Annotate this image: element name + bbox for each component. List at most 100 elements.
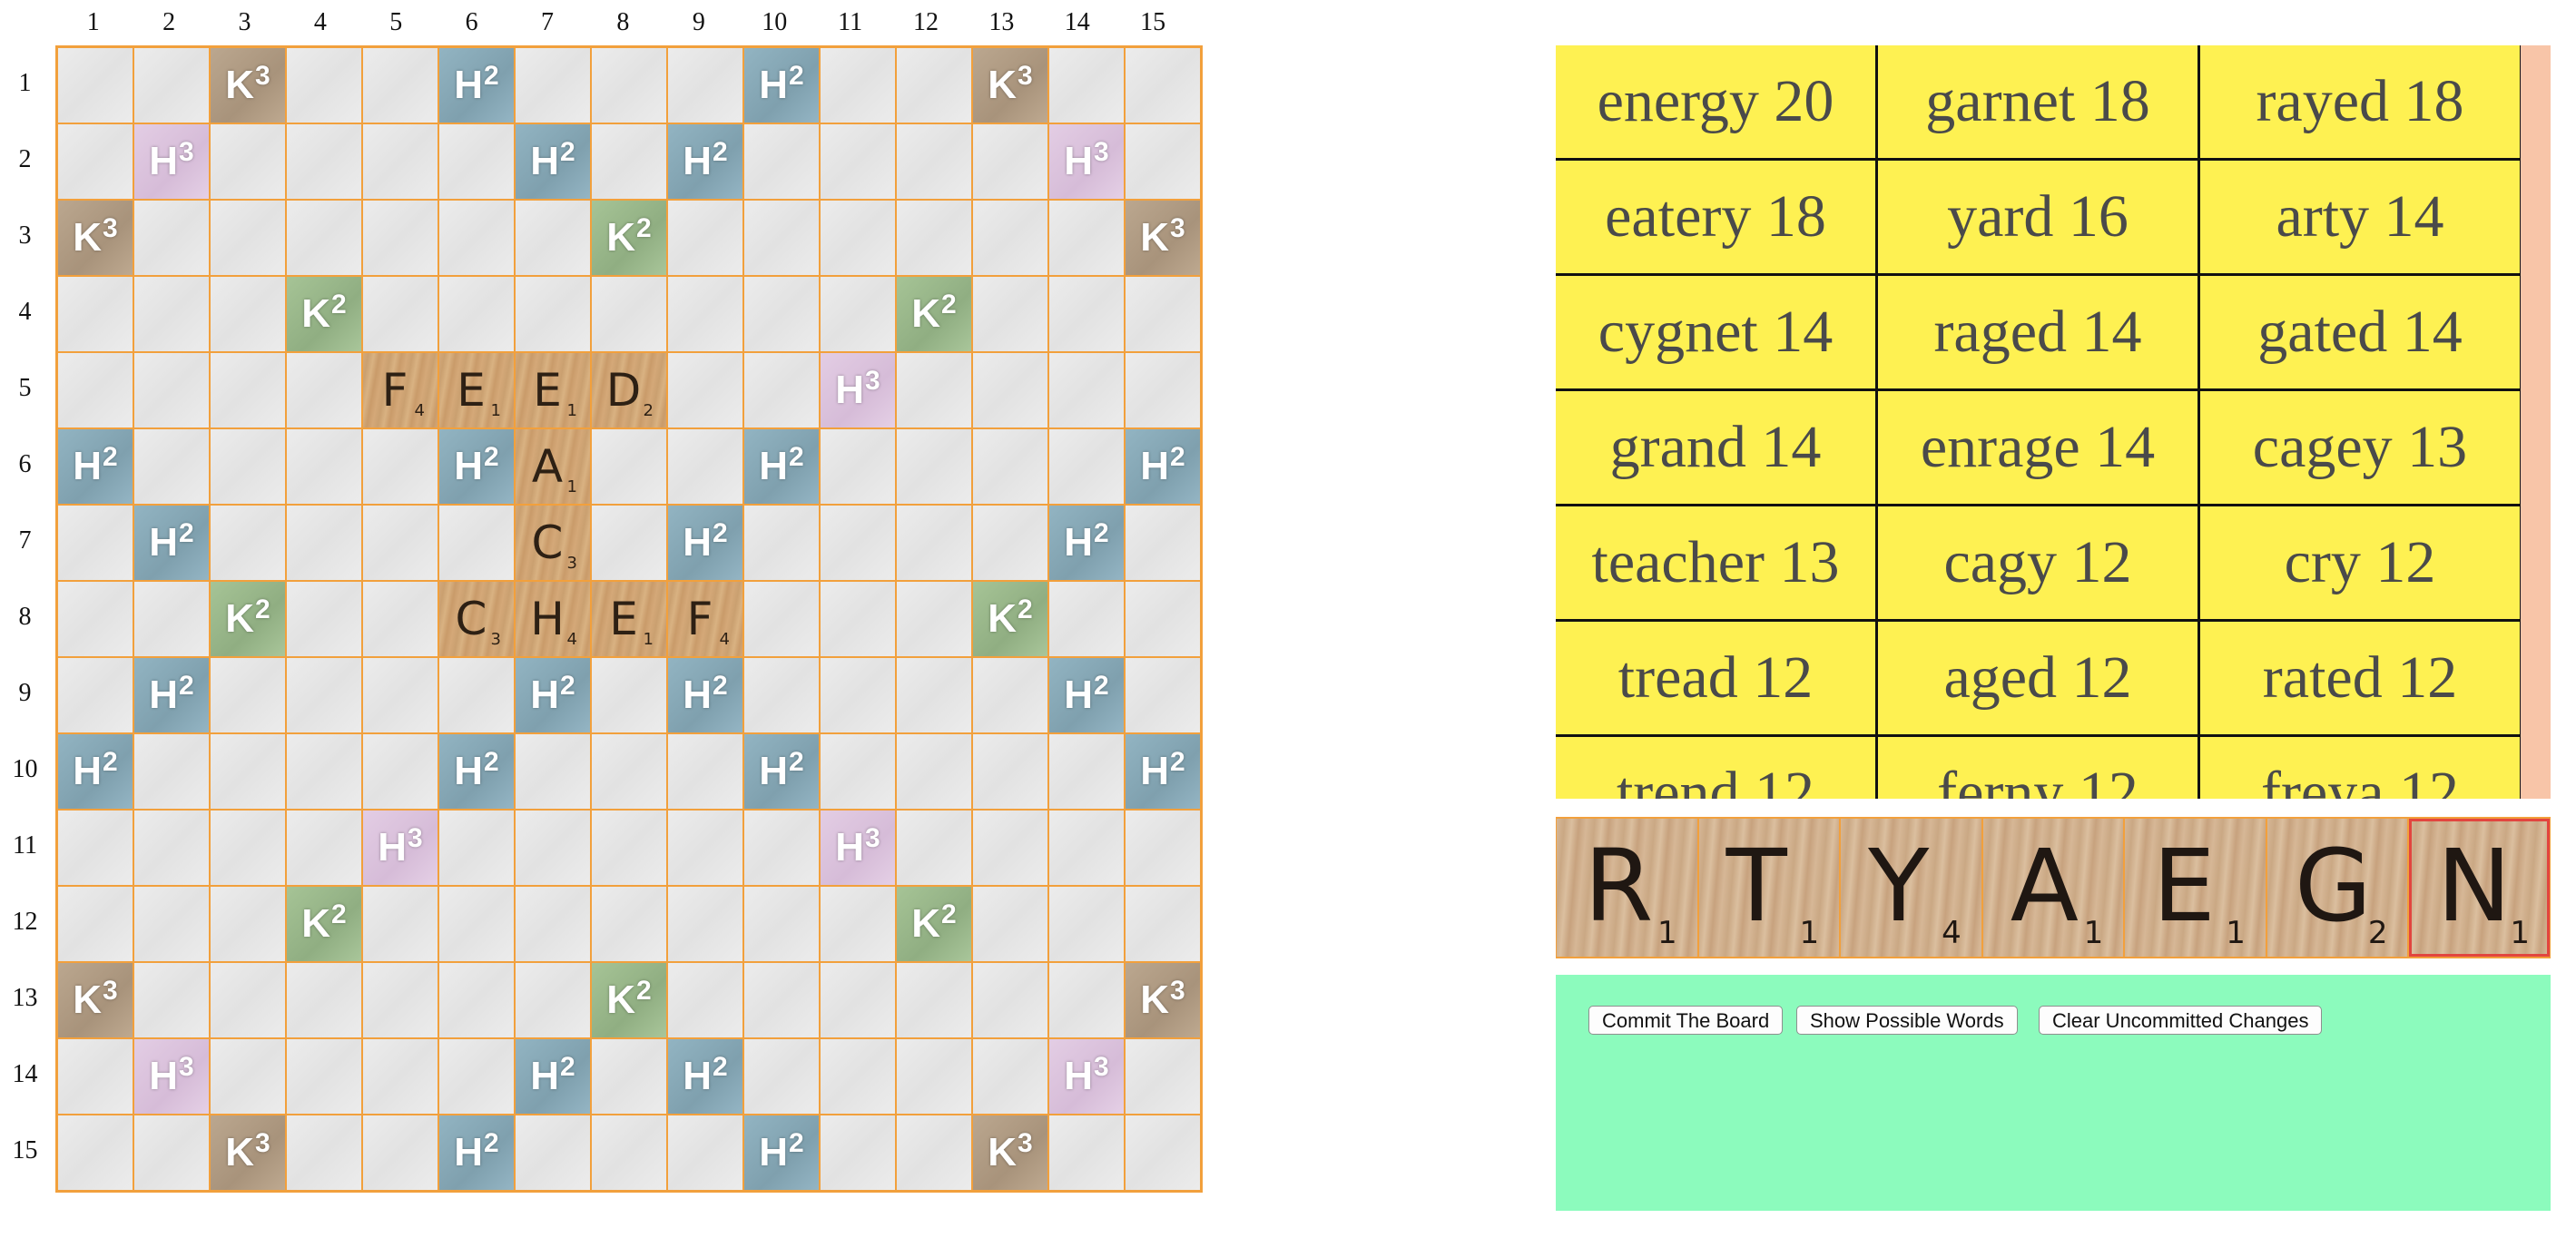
board-cell[interactable] — [362, 1038, 438, 1115]
board-cell[interactable] — [1125, 810, 1201, 886]
board-cell[interactable] — [286, 428, 362, 505]
board-cell[interactable] — [210, 962, 286, 1038]
premium-square[interactable]: K3 — [210, 47, 286, 123]
premium-square[interactable]: H3 — [1048, 1038, 1125, 1115]
board-cell[interactable] — [591, 47, 667, 123]
possible-word[interactable]: enrage 14 — [1878, 391, 2197, 504]
premium-square[interactable]: H3 — [133, 1038, 210, 1115]
board-cell[interactable] — [286, 505, 362, 581]
board-cell[interactable] — [743, 200, 820, 276]
board-cell[interactable] — [743, 581, 820, 657]
board-cell[interactable] — [1048, 581, 1125, 657]
board-cell[interactable] — [972, 733, 1048, 810]
board-cell[interactable] — [133, 886, 210, 962]
board-cell[interactable] — [362, 733, 438, 810]
board-cell[interactable] — [57, 276, 133, 352]
possible-word[interactable]: yard 16 — [1878, 161, 2197, 273]
premium-square[interactable]: H3 — [1048, 123, 1125, 200]
board-cell[interactable] — [896, 428, 972, 505]
premium-square[interactable]: H2 — [515, 1038, 591, 1115]
board-cell[interactable] — [286, 581, 362, 657]
board-cell[interactable] — [820, 657, 896, 733]
placed-tile[interactable]: A1 — [516, 429, 590, 504]
board-cell[interactable] — [820, 276, 896, 352]
board-cell[interactable] — [133, 962, 210, 1038]
board-cell[interactable] — [667, 733, 743, 810]
premium-square[interactable]: K3 — [57, 962, 133, 1038]
board-cell[interactable] — [1048, 276, 1125, 352]
board-cell[interactable] — [896, 47, 972, 123]
board-cell[interactable]: H4 — [515, 581, 591, 657]
board-cell[interactable] — [972, 200, 1048, 276]
rack-tile[interactable]: T1 — [1698, 819, 1840, 957]
board-cell[interactable] — [133, 276, 210, 352]
premium-square[interactable]: H3 — [362, 810, 438, 886]
premium-square[interactable]: K2 — [210, 581, 286, 657]
board-cell[interactable] — [362, 886, 438, 962]
board-cell[interactable] — [820, 123, 896, 200]
board-cell[interactable]: E1 — [515, 352, 591, 428]
board-cell[interactable] — [1125, 352, 1201, 428]
board-cell[interactable] — [896, 733, 972, 810]
premium-square[interactable]: H2 — [667, 505, 743, 581]
board-cell[interactable] — [57, 505, 133, 581]
board-cell[interactable] — [286, 810, 362, 886]
premium-square[interactable]: K3 — [1125, 962, 1201, 1038]
premium-square[interactable]: K3 — [1125, 200, 1201, 276]
premium-square[interactable]: H2 — [667, 1038, 743, 1115]
board-cell[interactable] — [820, 47, 896, 123]
rack-tile[interactable]: Y4 — [1841, 819, 1981, 957]
board-cell[interactable] — [133, 428, 210, 505]
board-cell[interactable] — [1048, 352, 1125, 428]
board-cell[interactable] — [667, 47, 743, 123]
placed-tile[interactable]: F4 — [668, 582, 742, 656]
board-cell[interactable] — [362, 581, 438, 657]
premium-square[interactable]: H2 — [57, 733, 133, 810]
board-cell[interactable] — [438, 505, 515, 581]
placed-tile[interactable]: D2 — [592, 353, 666, 427]
board-cell[interactable] — [286, 123, 362, 200]
board-cell[interactable] — [972, 276, 1048, 352]
board-cell[interactable] — [438, 810, 515, 886]
board-cell[interactable] — [743, 886, 820, 962]
board-cell[interactable] — [743, 276, 820, 352]
premium-square[interactable]: H2 — [438, 733, 515, 810]
placed-tile[interactable]: F4 — [363, 353, 438, 427]
board-cell[interactable] — [896, 1115, 972, 1191]
board-cell[interactable] — [896, 810, 972, 886]
premium-square[interactable]: H2 — [57, 428, 133, 505]
board-cell[interactable] — [591, 657, 667, 733]
board-cell[interactable] — [1048, 733, 1125, 810]
board-cell[interactable] — [896, 1038, 972, 1115]
board-cell[interactable] — [743, 352, 820, 428]
board-cell[interactable] — [362, 200, 438, 276]
premium-square[interactable]: H2 — [1125, 428, 1201, 505]
possible-word[interactable]: raged 14 — [1878, 276, 2197, 388]
board-cell[interactable]: F4 — [362, 352, 438, 428]
board-cell[interactable] — [57, 810, 133, 886]
possible-word[interactable]: energy 20 — [1556, 45, 1875, 158]
board-cell[interactable] — [743, 810, 820, 886]
premium-square[interactable]: K2 — [972, 581, 1048, 657]
board-cell[interactable] — [1125, 47, 1201, 123]
board-cell[interactable] — [820, 1115, 896, 1191]
board-cell[interactable] — [896, 505, 972, 581]
board-cell[interactable] — [1048, 47, 1125, 123]
board-cell[interactable] — [896, 581, 972, 657]
board-cell[interactable] — [57, 1038, 133, 1115]
premium-square[interactable]: H2 — [438, 1115, 515, 1191]
board-cell[interactable] — [362, 276, 438, 352]
board-cell[interactable]: C3 — [515, 505, 591, 581]
board-cell[interactable] — [210, 886, 286, 962]
possible-word[interactable]: grand 14 — [1556, 391, 1875, 504]
board-cell[interactable] — [667, 962, 743, 1038]
board-cell[interactable] — [1125, 657, 1201, 733]
premium-square[interactable]: H3 — [820, 352, 896, 428]
board-cell[interactable] — [515, 47, 591, 123]
premium-square[interactable]: H2 — [743, 428, 820, 505]
premium-square[interactable]: H2 — [133, 505, 210, 581]
board-cell[interactable] — [667, 276, 743, 352]
board-cell[interactable] — [591, 123, 667, 200]
board-cell[interactable] — [667, 886, 743, 962]
rack-tile[interactable]: R1 — [1557, 819, 1697, 957]
